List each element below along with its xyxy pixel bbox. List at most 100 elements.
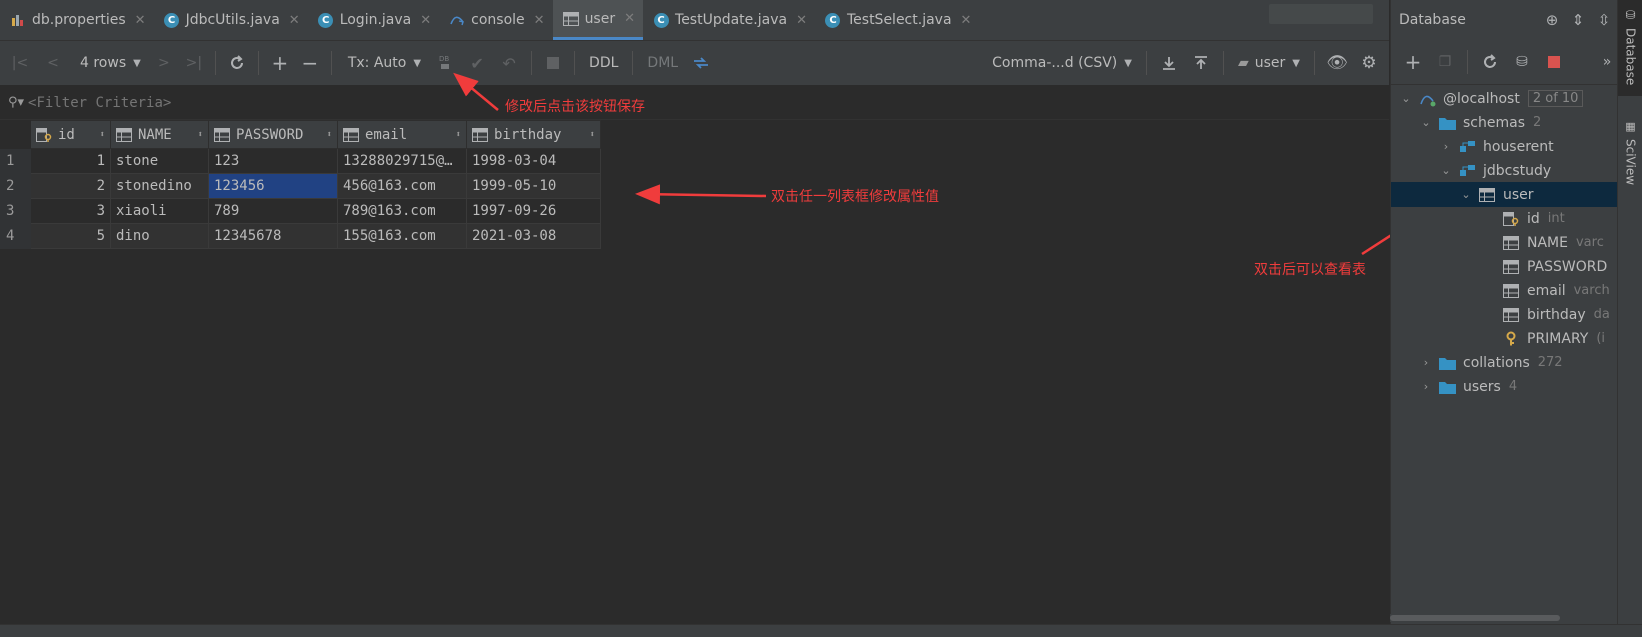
- close-icon[interactable]: ✕: [624, 11, 635, 26]
- cell-name[interactable]: stone: [110, 148, 209, 174]
- stop-icon[interactable]: [1538, 40, 1570, 84]
- cell-password[interactable]: 123: [208, 148, 338, 174]
- transaction-mode-dropdown[interactable]: Tx: Auto ▼: [338, 55, 429, 71]
- view-icon[interactable]: 👁: [1321, 41, 1353, 85]
- add-row-icon[interactable]: +: [265, 41, 295, 85]
- sort-icon[interactable]: ⬍: [456, 130, 461, 140]
- cell-email[interactable]: 789@163.com: [337, 198, 467, 224]
- tab-login-java[interactable]: C Login.java ✕: [308, 0, 439, 40]
- database-panel-scrollbar[interactable]: [1390, 614, 1616, 622]
- table-row[interactable]: 1 1 stone 123 13288029715@… 1998-03-04: [0, 148, 601, 174]
- cell-email[interactable]: 456@163.com: [337, 173, 467, 199]
- tree-node-column-password[interactable]: PASSWORD: [1391, 254, 1642, 279]
- tab-db-properties[interactable]: db.properties ✕: [0, 0, 154, 40]
- copy-icon[interactable]: ❐: [1429, 40, 1461, 84]
- tab-console[interactable]: console ✕: [439, 0, 552, 40]
- cell-password[interactable]: 12345678: [208, 223, 338, 249]
- column-header-name[interactable]: NAME ⬍: [110, 120, 209, 149]
- column-header-email[interactable]: email ⬍: [337, 120, 467, 149]
- tab-testupdate-java[interactable]: C TestUpdate.java ✕: [643, 0, 815, 40]
- table-row[interactable]: 2 2 stonedino 123456 456@163.com 1999-05…: [0, 173, 601, 199]
- add-icon[interactable]: +: [1397, 40, 1429, 84]
- more-icon[interactable]: »: [1597, 40, 1617, 84]
- tree-node-user-table[interactable]: ⌄ user: [1391, 182, 1617, 207]
- search-icon[interactable]: ⚲▾: [8, 95, 24, 110]
- gear-icon[interactable]: ⚙: [1353, 41, 1385, 85]
- tree-node-users[interactable]: › users 4: [1391, 374, 1642, 399]
- cell-name[interactable]: stonedino: [110, 173, 209, 199]
- side-tab-sciview[interactable]: ▦ SciView: [1618, 116, 1642, 196]
- table-row[interactable]: 4 5 dino 12345678 155@163.com 2021-03-08: [0, 223, 601, 249]
- previous-page-icon[interactable]: <: [40, 41, 66, 85]
- refresh-icon[interactable]: [222, 41, 252, 85]
- cell-name[interactable]: dino: [110, 223, 209, 249]
- next-page-icon[interactable]: >: [149, 41, 179, 85]
- rows-count-dropdown[interactable]: 4 rows ▼: [66, 55, 149, 71]
- tree-node-collations[interactable]: › collations 272: [1391, 350, 1642, 375]
- last-page-icon[interactable]: >|: [179, 41, 209, 85]
- cell-email[interactable]: 13288029715@…: [337, 148, 467, 174]
- tree-node-column-birthday[interactable]: birthday da: [1391, 302, 1642, 327]
- sort-icon[interactable]: ⬍: [590, 130, 595, 140]
- tab-testselect-java[interactable]: C TestSelect.java ✕: [815, 0, 979, 40]
- refresh-icon[interactable]: [1474, 40, 1506, 84]
- right-tool-strip: ⛁ Database ▦ SciView: [1617, 0, 1642, 636]
- tree-node-houserent[interactable]: › houserent: [1391, 134, 1642, 159]
- close-icon[interactable]: ✕: [289, 13, 300, 28]
- download-icon[interactable]: [1153, 41, 1185, 85]
- submit-changes-icon[interactable]: DB: [429, 41, 461, 85]
- close-icon[interactable]: ✕: [420, 13, 431, 28]
- table-row[interactable]: 3 3 xiaoli 789 789@163.com 1997-09-26: [0, 198, 601, 224]
- cell-id[interactable]: 5: [30, 223, 111, 249]
- column-header-password[interactable]: PASSWORD ⬍: [208, 120, 338, 149]
- sort-icon[interactable]: ⬍: [198, 130, 203, 140]
- schema-settings-icon[interactable]: ⛁: [1506, 40, 1538, 84]
- cell-email[interactable]: 155@163.com: [337, 223, 467, 249]
- dml-button[interactable]: DML: [639, 55, 686, 71]
- cell-id[interactable]: 3: [30, 198, 111, 224]
- cell-password-selected[interactable]: 123456: [208, 173, 338, 199]
- tree-node-column-email[interactable]: email varch: [1391, 278, 1642, 303]
- compare-icon[interactable]: [686, 41, 716, 85]
- tab-user[interactable]: user ✕: [552, 0, 644, 40]
- sort-icon[interactable]: ⬍: [327, 130, 332, 140]
- ddl-button[interactable]: DDL: [581, 55, 626, 71]
- scrollbar-thumb[interactable]: [1390, 615, 1560, 621]
- cell-password[interactable]: 789: [208, 198, 338, 224]
- close-icon[interactable]: ✕: [135, 13, 146, 28]
- upload-icon[interactable]: [1185, 41, 1217, 85]
- tree-node-jdbcstudy[interactable]: ⌄ jdbcstudy: [1391, 158, 1642, 183]
- side-tab-database[interactable]: ⛁ Database: [1618, 0, 1642, 96]
- cell-birthday[interactable]: 2021-03-08: [466, 223, 601, 249]
- column-header-birthday[interactable]: birthday ⬍: [466, 120, 601, 149]
- tree-node-localhost[interactable]: ⌄ @localhost 2 of 10: [1391, 86, 1625, 111]
- tree-node-column-id[interactable]: id int: [1391, 206, 1642, 231]
- tree-node-column-name[interactable]: NAME varc: [1391, 230, 1642, 255]
- tab-jdbcutils-java[interactable]: C JdbcUtils.java ✕: [154, 0, 308, 40]
- commit-icon[interactable]: ✔: [461, 41, 493, 85]
- expand-all-icon[interactable]: ⇕: [1565, 11, 1591, 29]
- close-icon[interactable]: ✕: [961, 13, 972, 28]
- cell-id[interactable]: 2: [30, 173, 111, 199]
- collapse-all-icon[interactable]: ⇳: [1591, 11, 1617, 29]
- delete-row-icon[interactable]: −: [295, 41, 325, 85]
- tree-node-primary-key[interactable]: PRIMARY (i: [1391, 326, 1642, 351]
- tree-node-schemas[interactable]: ⌄ schemas 2: [1391, 110, 1642, 135]
- close-icon[interactable]: ✕: [534, 13, 545, 28]
- cell-birthday[interactable]: 1999-05-10: [466, 173, 601, 199]
- datasource-dropdown[interactable]: ▰ user ▼: [1230, 55, 1308, 71]
- export-format-dropdown[interactable]: Comma-...d (CSV) ▼: [984, 55, 1140, 71]
- cell-birthday[interactable]: 1997-09-26: [466, 198, 601, 224]
- column-header-id[interactable]: id ⬍: [30, 120, 111, 149]
- filter-criteria-input[interactable]: [28, 94, 429, 111]
- cancel-query-icon[interactable]: [538, 41, 568, 85]
- cell-name[interactable]: xiaoli: [110, 198, 209, 224]
- crosshair-icon[interactable]: ⊕: [1539, 11, 1565, 29]
- first-page-icon[interactable]: |<: [0, 41, 40, 85]
- sort-icon[interactable]: ⬍: [100, 130, 105, 140]
- cell-id[interactable]: 1: [30, 148, 111, 174]
- cell-birthday[interactable]: 1998-03-04: [466, 148, 601, 174]
- rollback-icon[interactable]: ↶: [493, 41, 525, 85]
- close-icon[interactable]: ✕: [796, 13, 807, 28]
- tab-list-menu[interactable]: [1269, 4, 1373, 24]
